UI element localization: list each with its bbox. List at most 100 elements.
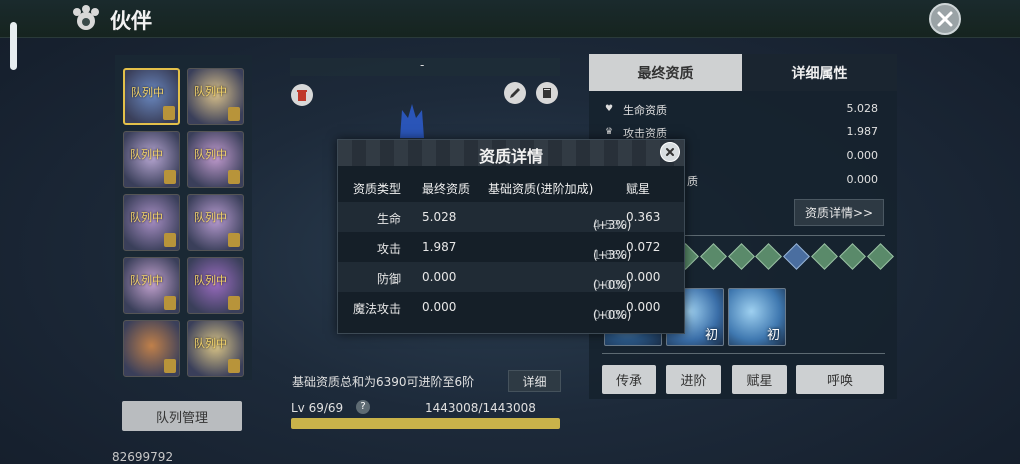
advance-button[interactable]: 进阶 [666,365,721,394]
attr-label: 生命资质 [623,104,667,117]
column-header: 赋星 [626,182,651,196]
attr-label: 质 [687,175,698,188]
hero-name: - [420,58,425,72]
cell-star: 0.363 [626,210,661,224]
grade-icon [164,359,176,373]
side-scroll-handle[interactable] [10,22,17,70]
cell-final: 1.987 [422,240,457,254]
page-title: 伙伴 [110,9,152,33]
grade-icon [164,170,176,184]
exp-bar-fill [291,418,560,429]
hero-card[interactable]: 队列中 [187,320,244,377]
skill-label: 初 [704,328,718,343]
hero-card[interactable]: 队列中 [187,68,244,125]
hero-card[interactable]: 队列中 [187,194,244,251]
skill-slot[interactable]: 初 [728,288,786,346]
hero-card[interactable]: 队列中 [123,68,180,125]
grade-icon [228,296,240,310]
in-queue-tag: 队列中 [194,148,227,161]
in-queue-tag: 队列中 [130,148,163,161]
cell-star: 0.000 [626,270,661,284]
rename-button[interactable] [504,82,526,104]
inherit-button[interactable]: 传承 [602,365,656,394]
tab-final-aptitude[interactable]: 最终资质 [589,54,742,91]
hero-card[interactable]: 队列中 [187,257,244,314]
in-queue-tag: 队列中 [131,86,164,99]
delete-button[interactable] [291,84,313,106]
column-header: 最终资质 [422,182,471,196]
table-row: 生命 5.028 4.530 (+3%) 0.363 [338,202,684,232]
table-row: 防御 0.000 0.000 (+0%) 0.000 [338,262,684,292]
aptitude-table: 资质类型 最终资质 基础资质(进阶加成) 赋星 生命 5.028 4.530 (+3%… [338,172,684,322]
column-header: 资质类型 [352,182,401,196]
cell-type: 魔法攻击 [352,302,401,316]
cell-star: 0.000 [626,300,661,314]
grade-icon [228,107,240,121]
book-button[interactable] [536,82,558,104]
exp-bar [291,418,560,429]
attr-row: ♥ 生命资质 5.028 [601,99,886,119]
hero-card[interactable]: 队列中 [123,257,180,314]
in-queue-tag: 队列中 [194,85,227,98]
grade-icon [163,106,175,120]
table-row: 攻击 1.987 1.860 (+3%) 0.072 [338,232,684,262]
in-queue-tag: 队列中 [194,274,227,287]
cell-final: 0.000 [422,300,457,314]
column-header: 基础资质(进阶加成) [488,182,594,196]
in-queue-tag: 队列中 [130,274,163,287]
dialog-title: 资质详情 [478,147,543,166]
divider [602,353,885,354]
aptitude-detail-dialog: 资质详情 资质类型 最终资质 基础资质(进阶加成) 赋星 生命 5.028 4.53… [337,139,685,334]
player-uid: 82699792 [112,450,174,464]
cell-type: 生命 [376,212,401,226]
book-icon [543,88,551,98]
hero-card[interactable]: 队列中 [187,131,244,188]
table-header-row: 资质类型 最终资质 基础资质(进阶加成) 赋星 [338,172,684,202]
table-body: 生命 5.028 4.530 (+3%) 0.363 攻击 1.987 1.860 (+3%) 0… [338,202,684,322]
hero-card[interactable]: 队列中 [123,131,180,188]
grade-icon [164,233,176,247]
trash-icon [297,90,307,101]
aptitude-detail-button[interactable]: 资质详情>> [794,199,884,226]
paw-icon [73,5,99,30]
attr-value: 5.028 [846,102,879,115]
hero-card[interactable]: 队列中 [123,194,180,251]
cell-final: 5.028 [422,210,457,224]
help-icon[interactable]: ? [356,400,370,414]
pencil-icon [510,88,520,98]
base-aptitude-total: 基础资质总和为6390可进阶至6阶 [292,375,475,389]
cell-final: 0.000 [422,270,457,284]
close-icon [937,11,953,27]
grade-icon [228,233,240,247]
grade-icon [164,296,176,310]
in-queue-tag: 队列中 [130,211,163,224]
attr-value: 0.000 [846,149,879,162]
grade-icon [228,170,240,184]
dialog-close-button[interactable] [660,142,680,162]
hero-card[interactable] [123,320,180,377]
in-queue-tag: 队列中 [194,211,227,224]
summon-button[interactable]: 呼唤 [796,365,884,394]
cell-type: 防御 [376,272,401,286]
detail-button[interactable]: 详细 [508,370,561,392]
in-queue-tag: 队列中 [194,337,227,350]
skill-label: 初 [766,328,780,343]
grade-icon [228,359,240,373]
star-button[interactable]: 赋星 [732,365,787,394]
cell-type: 攻击 [376,242,401,256]
level-label: Lv 69/69 [291,401,344,415]
heart-icon: ♥ [605,104,614,114]
top-bar: 伙伴 [0,0,1020,38]
hero-model [400,104,424,138]
sword-icon: ♛ [605,127,614,137]
attr-value: 0.000 [846,173,879,186]
queue-manage-button[interactable]: 队列管理 [122,401,242,431]
exp-text: 1443008/1443008 [425,401,536,415]
attr-value: 1.987 [846,125,879,138]
cell-star: 0.072 [626,240,661,254]
close-icon [666,148,674,156]
close-button[interactable] [929,3,961,35]
tab-detail-attributes[interactable]: 详细属性 [742,54,897,91]
table-row: 魔法攻击 0.000 0.000 (+0%) 0.000 [338,292,684,322]
hero-name-bar: - [290,58,560,76]
